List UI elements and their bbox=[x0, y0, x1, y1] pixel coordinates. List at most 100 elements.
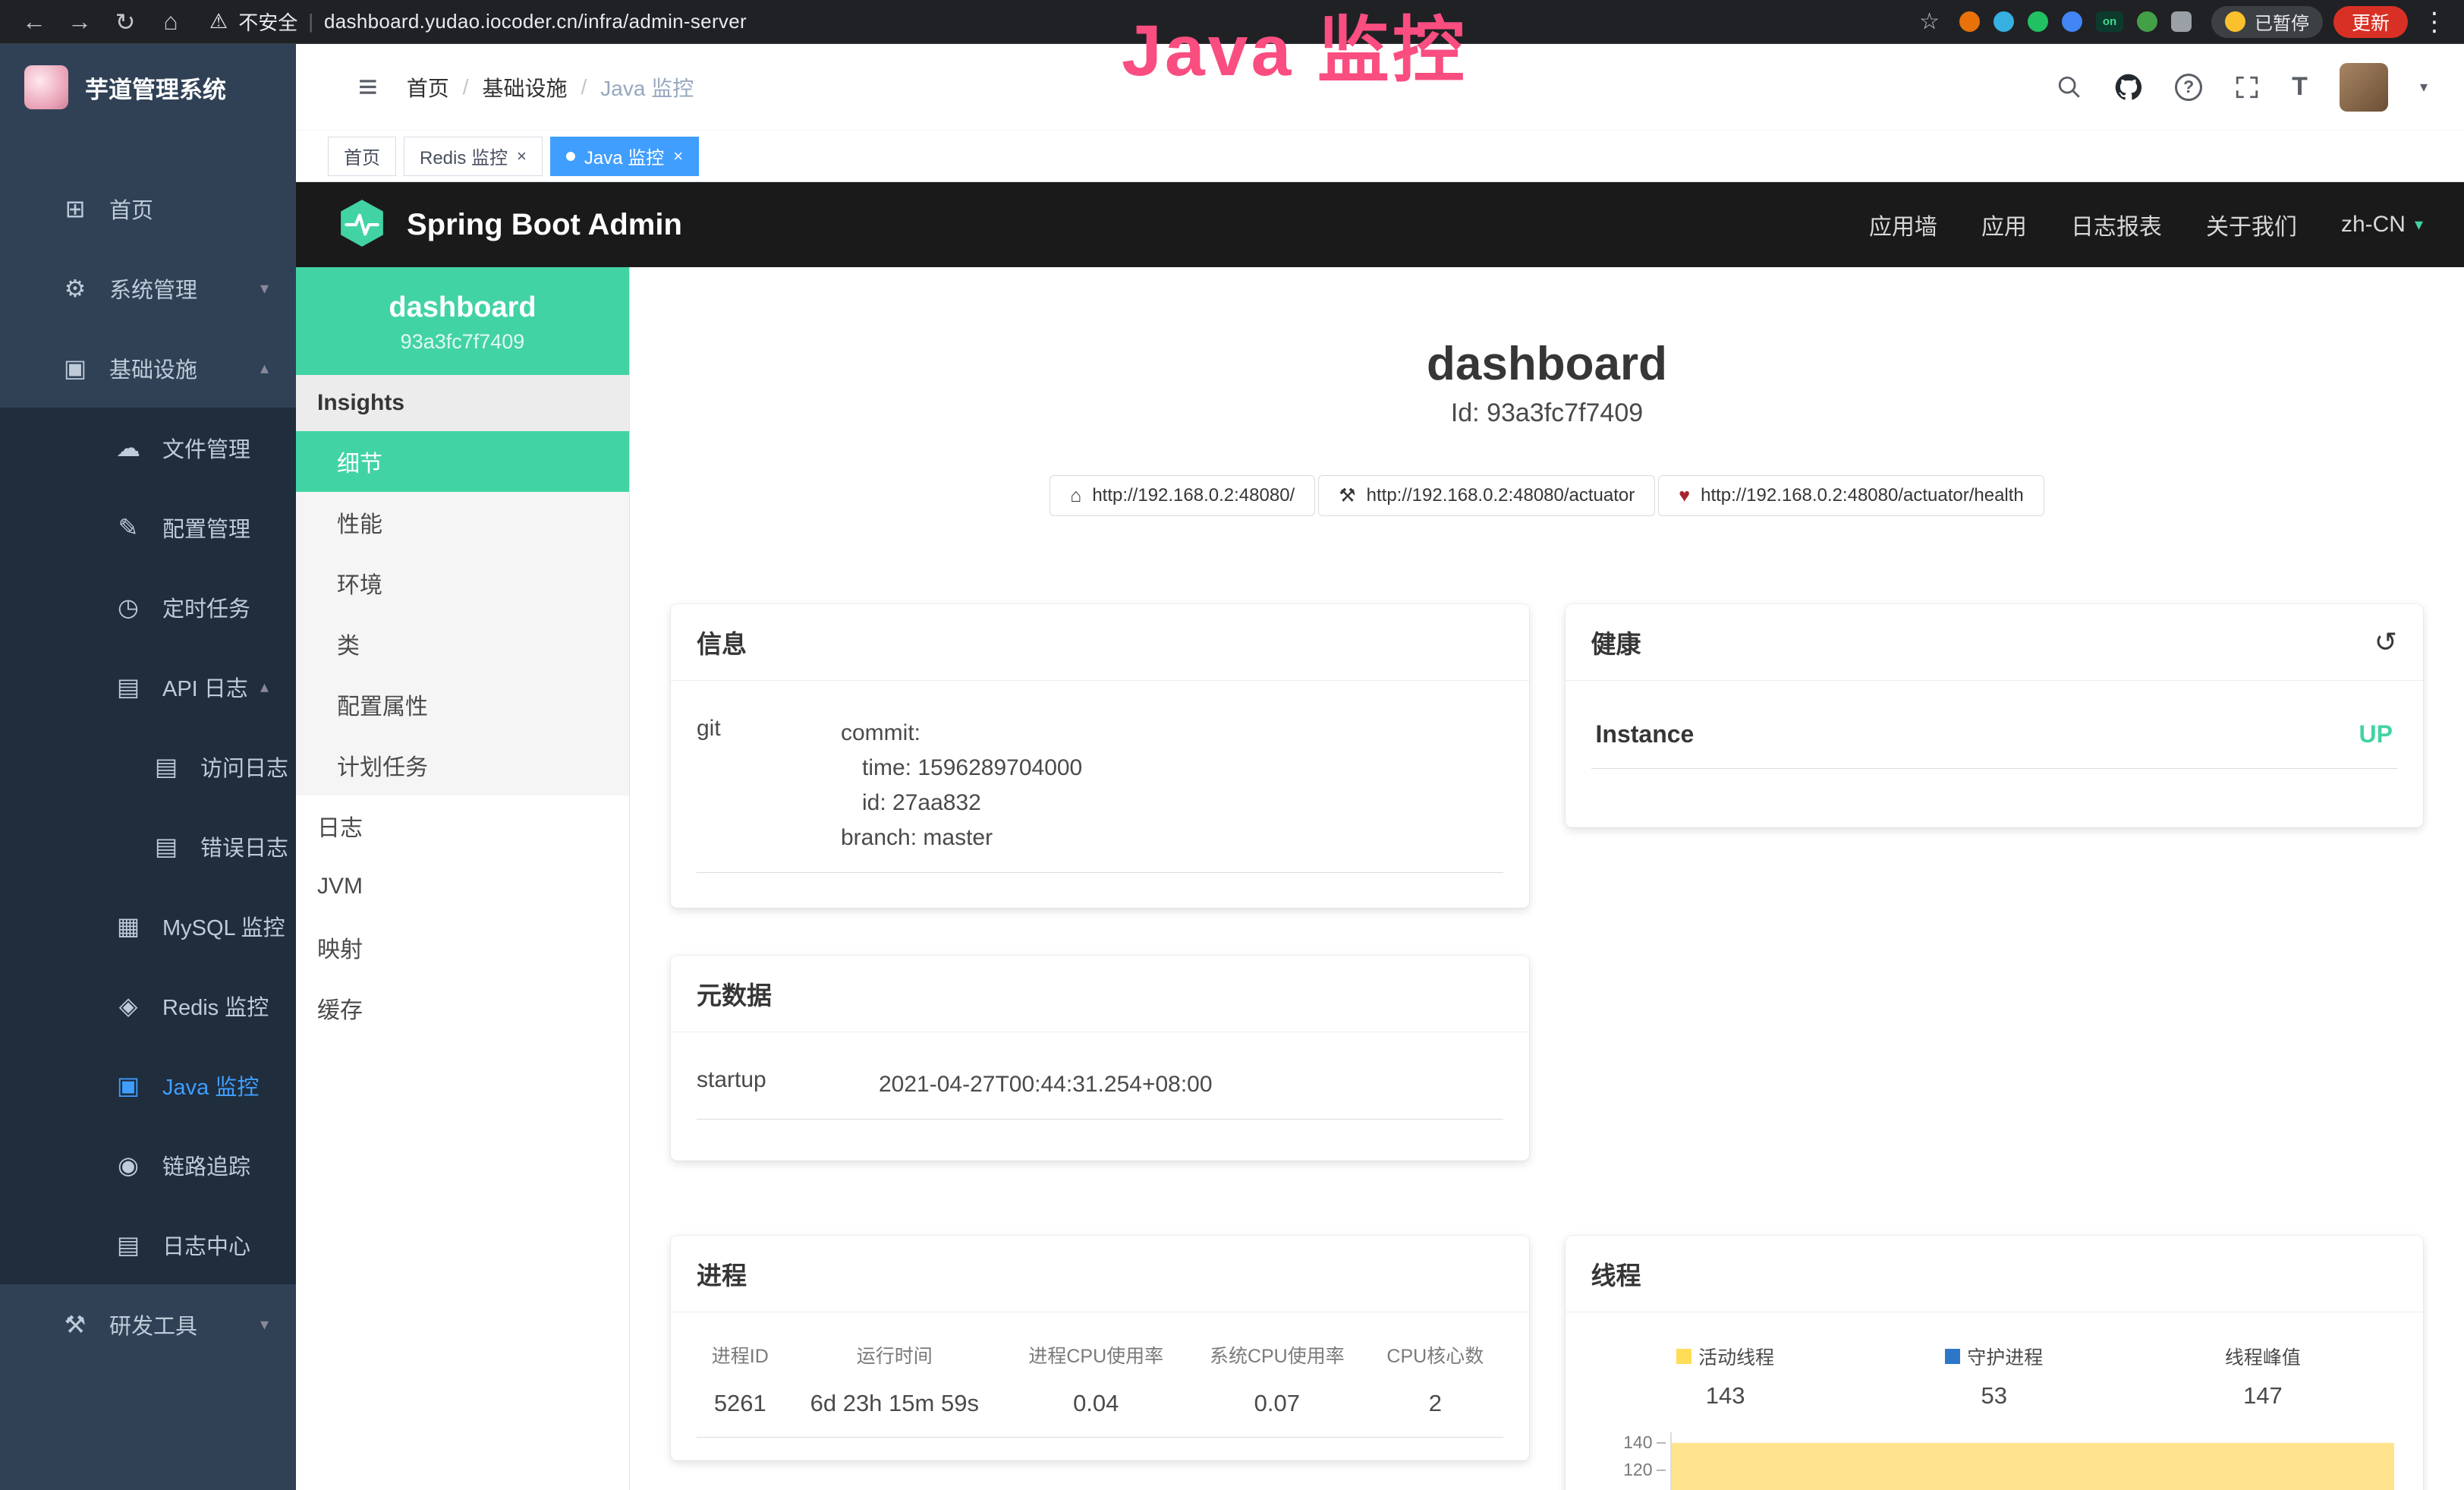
breadcrumb-home[interactable]: 首页 bbox=[407, 72, 449, 102]
chrome-update-button[interactable]: 更新 bbox=[2333, 6, 2408, 38]
tick-mark bbox=[1657, 1470, 1666, 1471]
sidebar-item-config-manage[interactable]: ✎ 配置管理 bbox=[0, 487, 296, 567]
sba-menu-metrics[interactable]: 性能 bbox=[296, 492, 629, 553]
sba-menu-environment[interactable]: 环境 bbox=[296, 553, 629, 613]
blue-legend-swatch bbox=[1945, 1349, 1960, 1364]
sba-nav-wallboard[interactable]: 应用墙 bbox=[1869, 208, 1937, 241]
search-icon[interactable] bbox=[2056, 74, 2082, 100]
sidebar-item-trace[interactable]: ◉ 链路追踪 bbox=[0, 1125, 296, 1205]
fullscreen-icon[interactable] bbox=[2234, 74, 2260, 100]
sidebar-item-system[interactable]: ⚙ 系统管理 ▾ bbox=[0, 248, 296, 328]
sidebar-item-file-manage[interactable]: ☁ 文件管理 bbox=[0, 408, 296, 487]
browser-home-icon[interactable]: ⌂ bbox=[153, 8, 188, 36]
threads-chart-y-axis: 140 120 bbox=[1591, 1432, 1670, 1490]
health-instance-row[interactable]: Instance UP bbox=[1591, 696, 2398, 769]
sba-menu-jvm[interactable]: JVM bbox=[296, 856, 629, 917]
browser-back-icon[interactable]: ← bbox=[17, 8, 52, 36]
y-tick-140: 140 bbox=[1623, 1432, 1665, 1453]
sidebar-item-scheduled-jobs[interactable]: ◷ 定时任务 bbox=[0, 567, 296, 647]
sba-menu-caches[interactable]: 缓存 bbox=[296, 978, 629, 1038]
history-icon[interactable]: ↺ bbox=[2374, 626, 2397, 658]
browser-menu-kebab-icon[interactable]: ⋮ bbox=[2422, 7, 2447, 37]
sba-language-select[interactable]: zh-CN ▾ bbox=[2341, 212, 2423, 238]
metadata-key: startup bbox=[697, 1067, 879, 1102]
info-card-body: git commit: time: 1596289704000 id: 27aa… bbox=[671, 681, 1529, 896]
sidebar-item-error-log[interactable]: ▤ 错误日志 bbox=[0, 806, 296, 886]
sidebar-item-label: 基础设施 bbox=[109, 352, 197, 384]
sidebar-item-java-monitor[interactable]: ▣ Java 监控 bbox=[0, 1045, 296, 1125]
extension-icon-on-badge[interactable]: on bbox=[2096, 11, 2123, 32]
sidebar-item-label: API 日志 bbox=[162, 671, 248, 703]
chevron-down-icon: ▾ bbox=[260, 1315, 269, 1334]
sidebar-item-log-center[interactable]: ▤ 日志中心 bbox=[0, 1205, 296, 1284]
github-icon[interactable] bbox=[2114, 73, 2143, 102]
url-text[interactable]: dashboard.yudao.iocoder.cn/infra/admin-s… bbox=[324, 10, 747, 33]
sba-body: dashboard 93a3fc7f7409 Insights 细节 性能 环境… bbox=[296, 267, 2464, 1490]
extension-icon-blue-grid[interactable] bbox=[2062, 11, 2082, 32]
tab-label: 首页 bbox=[344, 143, 380, 169]
extension-icon-blue-drop[interactable] bbox=[1994, 11, 2014, 32]
info-card: 信息 git commit: time: 1596289704000 bbox=[671, 604, 1529, 908]
sba-nav-applications[interactable]: 应用 bbox=[1981, 208, 2027, 241]
y-tick-100: 100 bbox=[1623, 1487, 1665, 1490]
help-icon[interactable]: ? bbox=[2175, 74, 2202, 101]
screen: ← → ↻ ⌂ ⚠ 不安全 | dashboard.yudao.iocoder.… bbox=[0, 0, 2464, 1490]
sba-menu-scheduled-tasks[interactable]: 计划任务 bbox=[296, 735, 629, 795]
extension-icon-orange[interactable] bbox=[1959, 11, 1980, 32]
sba-menu-logfile[interactable]: 日志 bbox=[296, 795, 629, 856]
base-url-button[interactable]: ⌂ http://192.168.0.2:48080/ bbox=[1049, 475, 1315, 516]
stack-icon: ◈ bbox=[112, 991, 144, 1020]
sidebar-item-api-log[interactable]: ▤ API 日志 ▴ bbox=[0, 647, 296, 726]
address-bar[interactable]: ⚠ 不安全 | dashboard.yudao.iocoder.cn/infra… bbox=[209, 8, 747, 36]
sba-menu-details[interactable]: 细节 bbox=[296, 431, 629, 492]
cards-right-column: 健康 ↺ Instance UP bbox=[1566, 604, 2424, 1490]
font-size-icon[interactable]: T bbox=[2292, 72, 2308, 102]
sba-menu-mappings[interactable]: 映射 bbox=[296, 917, 629, 978]
sidebar-item-label: MySQL 监控 bbox=[162, 910, 285, 942]
process-card-header: 进程 bbox=[671, 1236, 1529, 1312]
sidebar-item-mysql-monitor[interactable]: ▦ MySQL 监控 bbox=[0, 886, 296, 966]
sba-nav-about[interactable]: 关于我们 bbox=[2206, 208, 2297, 241]
sba-menu-configprops[interactable]: 配置属性 bbox=[296, 674, 629, 735]
sba-instance-badge[interactable]: dashboard 93a3fc7f7409 bbox=[296, 267, 629, 375]
user-avatar[interactable] bbox=[2340, 63, 2388, 112]
sidebar-item-redis-monitor[interactable]: ◈ Redis 监控 bbox=[0, 966, 296, 1045]
extension-icon-leaf[interactable] bbox=[2137, 11, 2157, 32]
process-card: 进程 进程ID 运行时间 进程 bbox=[671, 1236, 1529, 1460]
sidebar-item-infra[interactable]: ▣ 基础设施 ▴ bbox=[0, 328, 296, 408]
bookmark-star-icon[interactable]: ☆ bbox=[1919, 8, 1940, 35]
browser-forward-icon[interactable]: → bbox=[62, 8, 97, 36]
threads-card-title: 线程 bbox=[1591, 1255, 1641, 1292]
paused-chip-label: 已暂停 bbox=[2255, 8, 2309, 35]
security-warning-icon[interactable]: ⚠ bbox=[209, 10, 228, 33]
paused-chip[interactable]: 已暂停 bbox=[2211, 6, 2323, 38]
instance-links: ⌂ http://192.168.0.2:48080/ ⚒ http://192… bbox=[671, 475, 2423, 516]
browser-reload-icon[interactable]: ↻ bbox=[108, 8, 143, 36]
close-icon[interactable]: × bbox=[517, 146, 527, 166]
extension-icon-puzzle[interactable] bbox=[2171, 11, 2192, 32]
extension-icon-green-circle[interactable] bbox=[2028, 11, 2048, 32]
close-icon[interactable]: × bbox=[673, 146, 683, 166]
avatar-caret-icon[interactable]: ▾ bbox=[2420, 77, 2428, 96]
tab-java-monitor[interactable]: Java 监控 × bbox=[550, 137, 699, 176]
sidebar-item-access-log[interactable]: ▤ 访问日志 bbox=[0, 726, 296, 806]
threads-legend: 活动线程 143 守护进程 bbox=[1591, 1332, 2398, 1410]
gear-icon: ⚙ bbox=[59, 274, 91, 303]
health-url-label: http://192.168.0.2:48080/actuator/health bbox=[1701, 485, 2024, 506]
breadcrumb-infra[interactable]: 基础设施 bbox=[482, 72, 567, 102]
sba-nav-journal[interactable]: 日志报表 bbox=[2071, 208, 2162, 241]
sidebar-collapse-icon[interactable]: ≡ bbox=[358, 68, 378, 106]
sidebar-logo-row: 芋道管理系统 bbox=[0, 44, 296, 131]
sidebar-item-dev-tools[interactable]: ⚒ 研发工具 ▾ bbox=[0, 1284, 296, 1364]
heart-icon: ♥ bbox=[1679, 485, 1690, 507]
legend-daemon-label: 守护进程 bbox=[1967, 1343, 2043, 1370]
tab-home[interactable]: 首页 bbox=[328, 137, 396, 176]
sba-menu-classes[interactable]: 类 bbox=[296, 613, 629, 674]
sidebar-item-label: 文件管理 bbox=[162, 432, 250, 464]
tab-redis-monitor[interactable]: Redis 监控 × bbox=[404, 137, 543, 176]
sidebar-item-home[interactable]: ⊞ 首页 bbox=[0, 169, 296, 248]
actuator-url-button[interactable]: ⚒ http://192.168.0.2:48080/actuator bbox=[1318, 475, 1655, 516]
health-url-button[interactable]: ♥ http://192.168.0.2:48080/actuator/heal… bbox=[1658, 475, 2044, 516]
clock-icon: ◷ bbox=[112, 593, 144, 622]
val-pid: 5261 bbox=[697, 1379, 784, 1438]
